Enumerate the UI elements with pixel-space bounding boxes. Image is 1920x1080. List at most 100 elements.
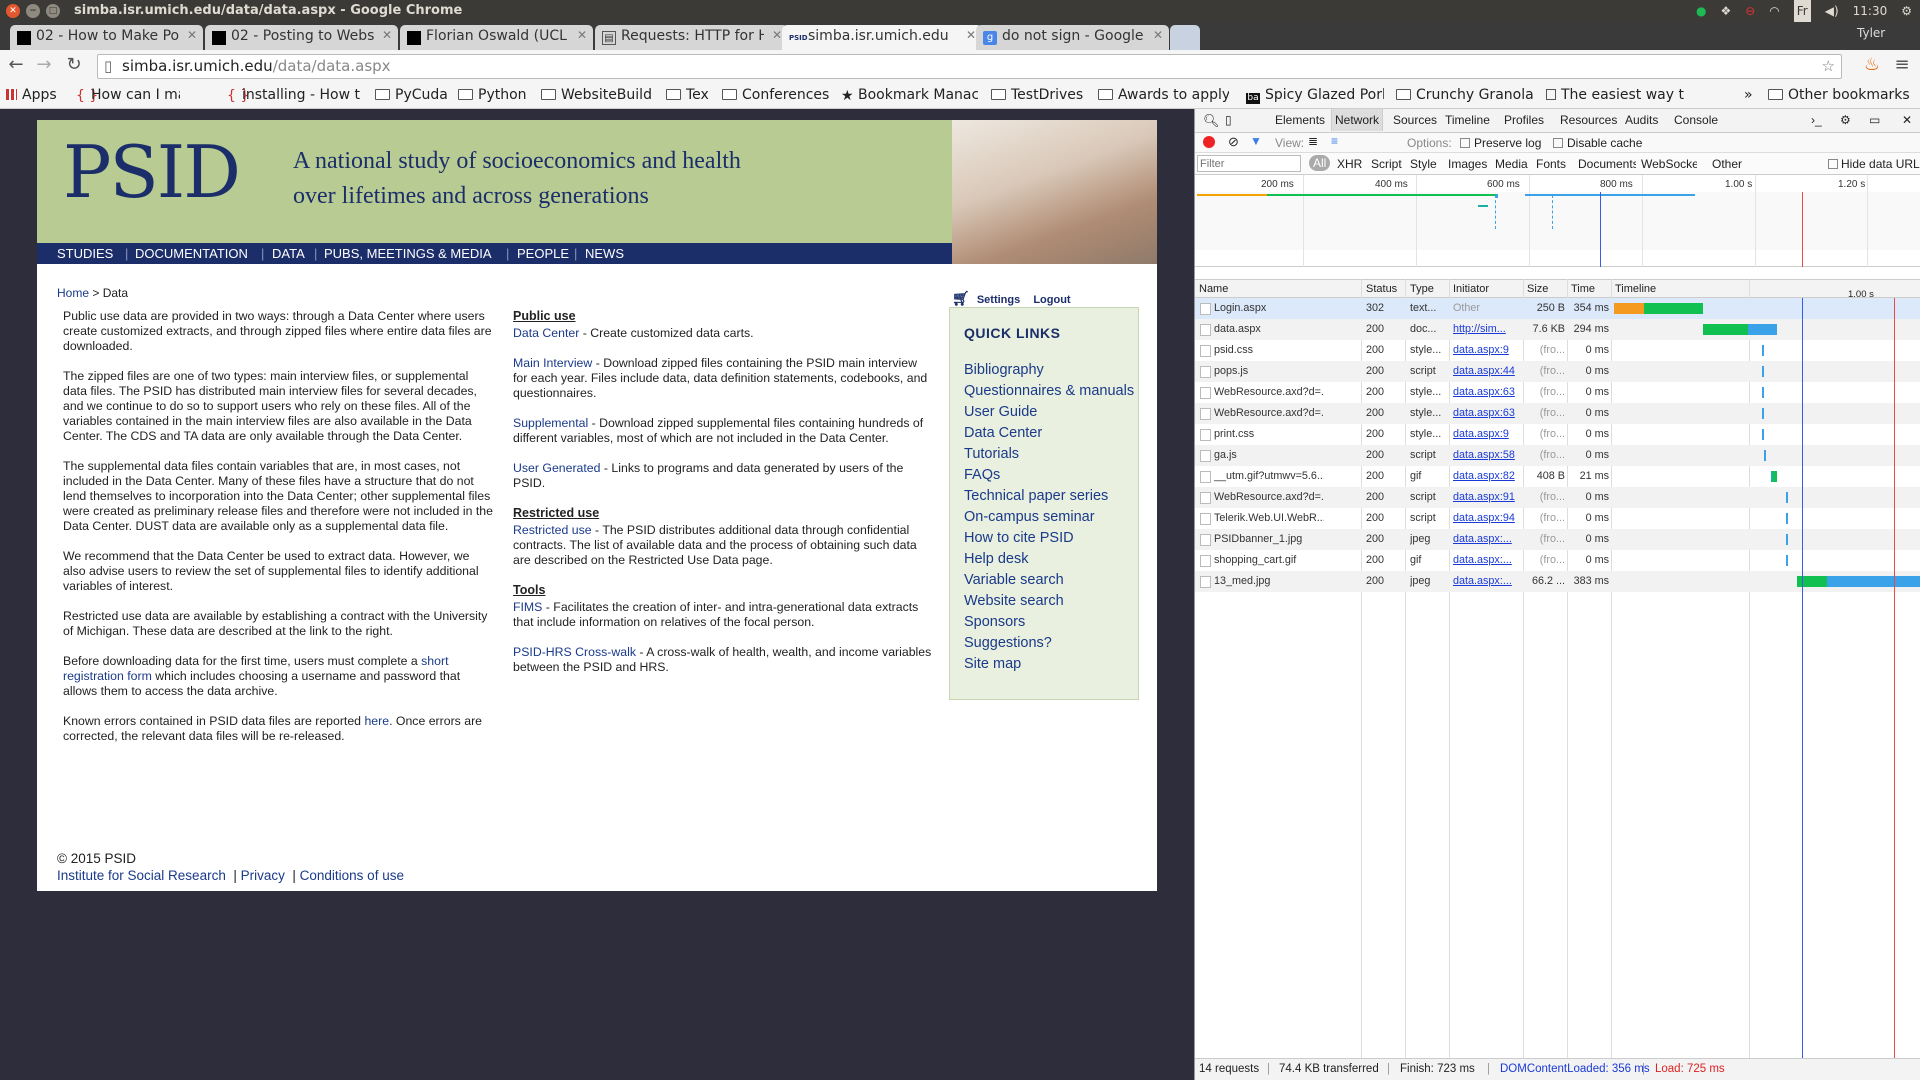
bookmark-star-icon[interactable]: ☆ <box>1822 55 1835 78</box>
device-mode-icon[interactable]: ▯ <box>1225 113 1232 127</box>
quick-link-how-to-cite[interactable]: How to cite PSID <box>964 530 1074 546</box>
preserve-log-checkbox[interactable] <box>1460 138 1470 148</box>
bookmark-spicy-pork[interactable]: ba Spicy Glazed Pork <box>1246 87 1384 104</box>
wifi-icon[interactable]: ◠ <box>1769 0 1779 22</box>
request-timing-bar[interactable] <box>1764 450 1766 461</box>
filter-funnel-icon[interactable]: ▼ <box>1250 134 1262 148</box>
filter-images[interactable]: Images <box>1448 157 1487 171</box>
breadcrumb-home[interactable]: Home <box>57 286 89 300</box>
quick-link-user-guide[interactable]: User Guide <box>964 404 1037 420</box>
col-initiator[interactable]: Initiator <box>1453 283 1489 295</box>
request-timing-bar[interactable] <box>1762 387 1764 398</box>
request-timing-bar[interactable] <box>1762 366 1764 377</box>
col-timeline[interactable]: Timeline <box>1615 283 1656 295</box>
request-initiator[interactable]: data.aspx:... <box>1453 550 1521 571</box>
menu-icon[interactable]: ≡ <box>1890 54 1914 75</box>
tab-resources[interactable]: Resources <box>1560 113 1617 127</box>
request-initiator[interactable]: data.aspx:63 <box>1453 403 1521 424</box>
col-size[interactable]: Size <box>1527 283 1548 295</box>
close-tab-icon[interactable]: ✕ <box>577 28 587 42</box>
volume-icon[interactable]: ◀) <box>1825 0 1839 22</box>
nav-studies[interactable]: STUDIES <box>57 243 113 264</box>
large-rows-icon[interactable]: ≣ <box>1308 134 1318 148</box>
tab-profiles[interactable]: Profiles <box>1504 113 1544 127</box>
col-name[interactable]: Name <box>1199 283 1228 295</box>
request-timing-bar[interactable] <box>1644 303 1703 314</box>
bookmark-other[interactable]: Other bookmarks <box>1768 87 1910 103</box>
request-timing-bar[interactable] <box>1827 576 1920 587</box>
request-timing-bar[interactable] <box>1762 345 1764 356</box>
logout-link[interactable]: Logout <box>1033 294 1070 306</box>
nav-people[interactable]: PEOPLE <box>517 243 569 264</box>
request-row[interactable]: WebResource.axd?d=... 200 script data.aspx:… <box>1195 487 1920 508</box>
request-initiator[interactable]: http://sim... <box>1453 319 1521 340</box>
close-tab-icon[interactable]: ✕ <box>966 28 976 42</box>
settings-gear-icon[interactable]: ⚙ <box>1901 0 1912 22</box>
psid-logo[interactable]: PSID <box>63 130 241 214</box>
clear-icon[interactable]: ⊘ <box>1228 134 1239 150</box>
quick-link-technical-papers[interactable]: Technical paper series <box>964 488 1108 504</box>
request-initiator[interactable]: data.aspx:9 <box>1453 424 1521 445</box>
quick-link-faqs[interactable]: FAQs <box>964 467 1000 483</box>
request-timing-bar[interactable] <box>1762 408 1764 419</box>
tab-elements[interactable]: Elements <box>1275 113 1325 127</box>
overview-selection[interactable] <box>1195 192 1920 250</box>
request-row[interactable]: __utm.gif?utmwv=5.6.... 200 gif data.aspx:8… <box>1195 466 1920 487</box>
bookmark-python[interactable]: Python <box>458 87 527 103</box>
dock-side-icon[interactable]: ▭ <box>1869 113 1880 127</box>
col-type[interactable]: Type <box>1410 283 1434 295</box>
footer-conditions-link[interactable]: Conditions of use <box>300 868 404 883</box>
bookmark-pycuda[interactable]: PyCuda <box>375 87 448 103</box>
filter-media[interactable]: Media <box>1495 157 1528 171</box>
hide-data-urls-checkbox[interactable] <box>1828 159 1838 169</box>
bookmark-installing[interactable]: { }installing - How t <box>227 87 361 103</box>
search-icon[interactable]: 🔍︎ <box>1203 113 1220 129</box>
tab-how-to-make[interactable]: 02 - How to Make Po ✕ <box>10 25 203 50</box>
quick-link-questionnaires[interactable]: Questionnaires & manuals <box>964 383 1134 399</box>
page-info-icon[interactable]: ▯ <box>104 55 112 78</box>
request-initiator[interactable]: data.aspx:58 <box>1453 445 1521 466</box>
bookmark-manager[interactable]: ★ Bookmark Manac <box>841 87 978 103</box>
request-row[interactable]: Telerik.Web.UI.WebR... 200 script data.aspx… <box>1195 508 1920 529</box>
request-row[interactable]: WebResource.axd?d=... 200 style... data.asp… <box>1195 403 1920 424</box>
request-row[interactable]: Login.aspx 302 text... Other 250 B 354 ms <box>1195 298 1920 319</box>
profile-name[interactable]: Tyler <box>1857 26 1885 40</box>
quick-link-data-center[interactable]: Data Center <box>964 425 1042 441</box>
request-timing-bar[interactable] <box>1748 324 1777 335</box>
new-tab-button[interactable] <box>1170 25 1200 50</box>
filter-style[interactable]: Style <box>1410 157 1437 171</box>
filter-other[interactable]: Other <box>1712 157 1742 171</box>
bookmark-tex[interactable]: Tex <box>666 87 709 103</box>
data-center-link[interactable]: Data Center <box>513 326 579 340</box>
request-row[interactable]: print.css 200 style... data.aspx:9 (fro... 0 … <box>1195 424 1920 445</box>
disable-cache-checkbox[interactable] <box>1553 138 1563 148</box>
request-row[interactable]: PSIDbanner_1.jpg 200 jpeg data.aspx:... (fro… <box>1195 529 1920 550</box>
back-arrow-icon[interactable]: ← <box>4 54 28 75</box>
request-timing-bar[interactable] <box>1703 324 1748 335</box>
request-timing-bar[interactable] <box>1786 513 1788 524</box>
bookmarks-overflow[interactable]: » <box>1744 87 1753 103</box>
maximize-window-icon[interactable]: □ <box>46 4 60 18</box>
close-tab-icon[interactable]: ✕ <box>1153 28 1163 42</box>
tab-requests[interactable]: ▤ Requests: HTTP for H ✕ <box>595 25 788 50</box>
quick-link-sponsors[interactable]: Sponsors <box>964 614 1025 630</box>
quick-link-bibliography[interactable]: Bibliography <box>964 362 1044 378</box>
request-initiator[interactable]: data.aspx:63 <box>1453 382 1521 403</box>
quick-link-suggestions[interactable]: Suggestions? <box>964 635 1052 651</box>
request-row[interactable]: WebResource.axd?d=... 200 style... data.asp… <box>1195 382 1920 403</box>
bookmark-how-can-i[interactable]: { }How can I manua <box>76 87 180 103</box>
settings-link[interactable]: Settings <box>977 294 1020 306</box>
tab-simba-active[interactable]: PSID simba.isr.umich.edu ✕ <box>782 25 982 50</box>
quick-link-help-desk[interactable]: Help desk <box>964 551 1028 567</box>
bookmark-crunchy-granola[interactable]: Crunchy Granola <box>1396 87 1534 103</box>
nav-pubs-meetings-media[interactable]: PUBS, MEETINGS & MEDIA <box>324 243 492 264</box>
close-tab-icon[interactable]: ✕ <box>772 28 782 42</box>
filter-documents[interactable]: Documents <box>1578 157 1636 171</box>
request-timing-bar[interactable] <box>1786 492 1788 503</box>
main-interview-link[interactable]: Main Interview <box>513 356 592 370</box>
quick-link-website-search[interactable]: Website search <box>964 593 1064 609</box>
user-generated-link[interactable]: User Generated <box>513 461 601 475</box>
request-row[interactable]: pops.js 200 script data.aspx:44 (fro... 0 ms <box>1195 361 1920 382</box>
bookmark-testdrives[interactable]: TestDrives <box>991 87 1083 103</box>
quick-link-site-map[interactable]: Site map <box>964 656 1021 672</box>
